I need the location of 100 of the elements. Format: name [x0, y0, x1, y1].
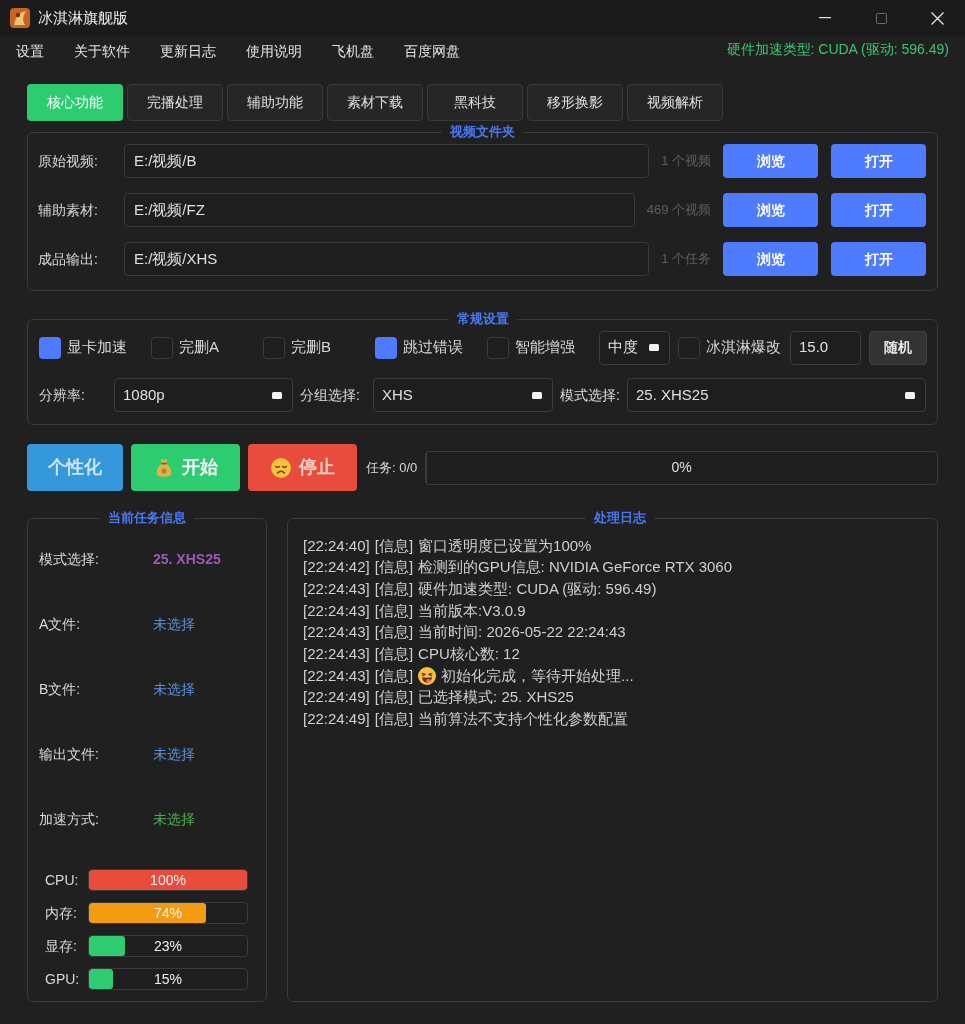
- hardware-status: 硬件加速类型: CUDA (驱动: 596.49): [726, 39, 949, 59]
- group-title: 处理日志: [593, 509, 647, 527]
- info-value: 未选择: [153, 615, 195, 634]
- log-level-tag: [信息]: [374, 599, 414, 623]
- tab[interactable]: 辅助功能: [227, 84, 323, 121]
- checkbox[interactable]: [678, 336, 700, 359]
- meter-label: 内存:: [45, 903, 78, 923]
- info-value: 25. XHS25: [153, 550, 221, 569]
- dropdown-indicator-icon: [649, 344, 659, 351]
- log-timestamp: [22:24:42]: [303, 557, 370, 578]
- log-message: 检测到的GPU信息: NVIDIA GeForce RTX 3060: [418, 557, 733, 578]
- info-label: 加速方式:: [39, 810, 100, 829]
- log-message: 硬件加速类型: CUDA (驱动: 596.49): [418, 578, 657, 599]
- tab[interactable]: 移形换影: [527, 84, 623, 121]
- field-label: 辅助素材:: [38, 200, 99, 220]
- log-message: 当前时间: 2026-05-22 22:24:43: [418, 622, 626, 643]
- info-value: 未选择: [153, 680, 195, 699]
- menu-item[interactable]: 设置: [16, 40, 44, 62]
- path-value: E:/视频/FZ: [134, 199, 205, 220]
- log-timestamp: [22:24:49]: [303, 687, 370, 708]
- dropdown[interactable]: 25. XHS25: [627, 378, 926, 412]
- laughing-face-icon: [418, 666, 437, 685]
- log-message: 当前算法不支持个性化参数配置: [418, 709, 629, 730]
- field-label: 模式选择:: [559, 385, 621, 405]
- menu-item[interactable]: 更新日志: [160, 40, 216, 62]
- path-field[interactable]: E:/视频/B: [124, 144, 650, 178]
- path-value: E:/视频/B: [134, 150, 197, 171]
- meter-reading: 23%: [153, 936, 183, 956]
- minimize-icon: [819, 17, 831, 19]
- log-level-tag: [信息]: [374, 643, 414, 666]
- checkbox[interactable]: [263, 336, 285, 359]
- checkbox-label: 显卡加速: [67, 337, 127, 358]
- open-button[interactable]: 打开: [831, 144, 926, 178]
- group-title: 视频文件夹: [448, 123, 516, 141]
- info-value: 未选择: [153, 745, 195, 764]
- file-count: 1 个视频: [661, 152, 711, 171]
- menu-item[interactable]: 关于软件: [74, 40, 130, 62]
- log-timestamp: [22:24:43]: [303, 600, 370, 621]
- tab[interactable]: 完播处理: [127, 84, 223, 121]
- group-title: 常规设置: [455, 310, 510, 328]
- open-button[interactable]: 打开: [831, 193, 926, 227]
- open-button[interactable]: 打开: [831, 242, 926, 276]
- dropdown-value: XHS: [382, 384, 413, 405]
- random-button[interactable]: 随机: [869, 330, 927, 365]
- log-message: 窗口透明度已设置为100%: [418, 535, 592, 556]
- dropdown-indicator-icon: [905, 391, 915, 399]
- tab[interactable]: 素材下载: [327, 84, 423, 121]
- close-icon: [930, 11, 944, 25]
- path-field[interactable]: E:/视频/FZ: [124, 193, 635, 227]
- checkbox-label: 完删A: [179, 337, 219, 358]
- field-label: 成品输出:: [38, 249, 99, 269]
- meter-reading: 100%: [149, 870, 187, 890]
- info-label: A文件:: [39, 615, 82, 634]
- log-level-tag: [信息]: [374, 621, 414, 644]
- info-label: B文件:: [39, 680, 82, 699]
- dropdown-value: 25. XHS25: [636, 384, 709, 405]
- browse-button[interactable]: 浏览: [723, 242, 818, 276]
- log-level-tag: [信息]: [374, 577, 414, 601]
- log-message: 初始化完成，等待开始处理...: [441, 665, 634, 686]
- info-value: 未选择: [153, 810, 195, 829]
- path-field[interactable]: E:/视频/XHS: [124, 242, 650, 276]
- log-timestamp: [22:24:40]: [303, 535, 370, 556]
- file-count: 1 个任务: [661, 250, 711, 269]
- log-level-tag: [信息]: [374, 534, 414, 558]
- checkbox[interactable]: [375, 336, 397, 359]
- sad-face-icon: [270, 457, 291, 478]
- menu-item[interactable]: 使用说明: [246, 40, 302, 62]
- checkbox-label: 跳过错误: [403, 337, 463, 358]
- browse-button[interactable]: 浏览: [723, 193, 818, 227]
- checkbox[interactable]: [151, 336, 173, 359]
- browse-button[interactable]: 浏览: [723, 144, 818, 178]
- checkbox[interactable]: [39, 336, 61, 359]
- meter-reading: 74%: [153, 903, 183, 923]
- meter-label: GPU:: [45, 969, 81, 989]
- log-timestamp: [22:24:43]: [303, 665, 370, 686]
- log-message: 当前版本:V3.0.9: [418, 600, 526, 621]
- menu-item[interactable]: 百度网盘: [404, 40, 460, 62]
- log-message: 已选择模式: 25. XHS25: [418, 687, 574, 708]
- app-logo-icon: [10, 8, 30, 28]
- dropdown[interactable]: 1080p: [114, 378, 293, 412]
- log-message: CPU核心数: 12: [418, 644, 520, 665]
- dropdown[interactable]: XHS: [373, 378, 553, 412]
- menu-item[interactable]: 飞机盘: [332, 40, 374, 62]
- field-label: 分辨率:: [39, 385, 86, 405]
- log-timestamp: [22:24:43]: [303, 578, 370, 599]
- dropdown-indicator-icon: [532, 391, 542, 399]
- dropdown-indicator-icon: [272, 391, 282, 399]
- tab[interactable]: 黑科技: [427, 84, 523, 121]
- meter-label: 显存:: [45, 936, 78, 956]
- tab[interactable]: 视频解析: [627, 84, 723, 121]
- number-field[interactable]: 15.0: [790, 330, 861, 365]
- info-label: 模式选择:: [39, 550, 100, 569]
- log-level-tag: [信息]: [374, 686, 414, 709]
- info-label: 输出文件:: [39, 745, 100, 764]
- window-title: 冰淇淋旗舰版: [38, 7, 128, 28]
- log-timestamp: [22:24:49]: [303, 709, 370, 730]
- dropdown-value: 1080p: [123, 384, 165, 405]
- maximize-icon: [875, 12, 887, 24]
- dropdown[interactable]: 中度: [599, 330, 670, 365]
- checkbox[interactable]: [487, 336, 509, 359]
